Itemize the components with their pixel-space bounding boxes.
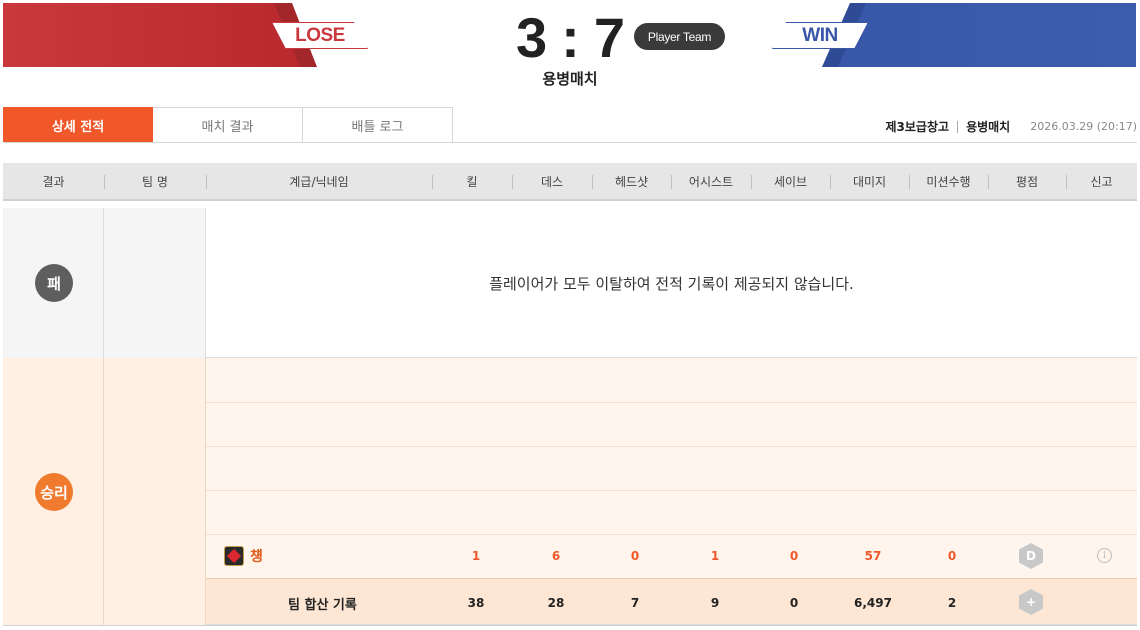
win-team-name-cell <box>104 358 206 625</box>
total-damage: 6,497 <box>854 596 892 610</box>
col-header-nickname: 계급/닉네임 <box>289 174 349 189</box>
col-header-damage: 대미지 <box>852 174 887 189</box>
match-mode: 용병매치 <box>966 120 1011 134</box>
lose-team-section: 패 플레이어가 모두 이탈하여 전적 기록이 제공되지 않습니다. <box>3 208 1137 358</box>
match-mode-title: 용병매치 <box>542 70 598 88</box>
no-record-message: 플레이어가 모두 이탈하여 전적 기록이 제공되지 않습니다. <box>489 274 854 293</box>
player-nickname[interactable]: 첑 <box>250 546 263 566</box>
col-header-team: 팀 명 <box>142 174 168 189</box>
tab-detail-record[interactable]: 상세 전적 <box>3 107 153 143</box>
lose-result-badge: 패 <box>35 264 73 302</box>
win-team-section: 승리 첑 1 6 0 1 0 57 0 D i 팀 합산 기록 38 28 7 … <box>3 358 1137 625</box>
col-header-report: 신고 <box>1090 174 1113 189</box>
rank-emblem-icon <box>224 546 244 566</box>
total-kill: 38 <box>467 596 485 610</box>
col-header-death: 데스 <box>540 174 564 189</box>
table-header: 결과 팀 명 계급/닉네임 킬 데스 헤드샷 어시스트 세이브 대미지 미션수행… <box>3 163 1137 201</box>
map-name: 제3보급창고 <box>885 120 950 134</box>
col-header-mission: 미션수행 <box>926 174 971 189</box>
team-total-label: 팀 합산 기록 <box>288 598 357 613</box>
table-row: 첑 1 6 0 1 0 57 0 D i <box>206 534 1137 578</box>
lose-team-name-cell <box>104 208 206 358</box>
tab-divider <box>3 142 1137 143</box>
player-team-badge: Player Team <box>634 23 725 50</box>
score-right: 7 <box>593 5 625 69</box>
col-header-result: 결과 <box>42 174 65 189</box>
col-header-kill: 킬 <box>466 174 478 189</box>
col-header-headshot: 헤드샷 <box>614 174 649 189</box>
player-headshot: 0 <box>630 549 640 563</box>
row-divider <box>206 490 1137 491</box>
player-save: 0 <box>789 549 799 563</box>
player-assist: 1 <box>710 549 720 563</box>
report-info-icon[interactable]: i <box>1097 548 1112 563</box>
total-headshot: 7 <box>630 596 640 610</box>
row-divider <box>206 402 1137 403</box>
lose-banner <box>3 3 317 67</box>
total-death: 28 <box>547 596 565 610</box>
total-save: 0 <box>789 596 799 610</box>
add-hex-icon[interactable]: + <box>1019 589 1043 615</box>
col-header-grade: 평점 <box>1015 174 1039 189</box>
scoreboard: 3 : 7 <box>516 5 625 69</box>
win-tag: WIN <box>772 22 868 49</box>
grade-badge-icon: D <box>1019 543 1043 569</box>
col-header-assist: 어시스트 <box>688 174 734 189</box>
score-separator: : <box>561 5 580 69</box>
win-banner <box>822 3 1136 67</box>
tab-bar: 상세 전적 매치 결과 배틀 로그 <box>3 107 453 143</box>
col-header-save: 세이브 <box>773 174 808 189</box>
player-damage: 57 <box>864 549 882 563</box>
win-result-cell: 승리 <box>3 358 104 625</box>
match-datetime: 2026.03.29 (20:17) <box>1030 120 1137 133</box>
table-bottom-border <box>3 625 1137 626</box>
tab-match-result[interactable]: 매치 결과 <box>153 107 303 143</box>
win-result-badge: 승리 <box>35 473 73 511</box>
total-assist: 9 <box>710 596 720 610</box>
info-divider <box>957 120 959 133</box>
row-divider <box>206 446 1137 447</box>
match-info: 제3보급창고 용병매치 2026.03.29 (20:17) <box>886 118 1138 135</box>
tab-battle-log[interactable]: 배틀 로그 <box>303 107 453 143</box>
player-kill: 1 <box>471 549 481 563</box>
player-mission: 0 <box>947 549 957 563</box>
lose-result-cell: 패 <box>3 208 104 358</box>
lose-tag: LOSE <box>272 22 368 49</box>
total-mission: 2 <box>947 596 957 610</box>
player-death: 6 <box>551 549 561 563</box>
team-total-row: 팀 합산 기록 38 28 7 9 0 6,497 2 + <box>206 578 1137 624</box>
score-left: 3 <box>516 5 548 69</box>
